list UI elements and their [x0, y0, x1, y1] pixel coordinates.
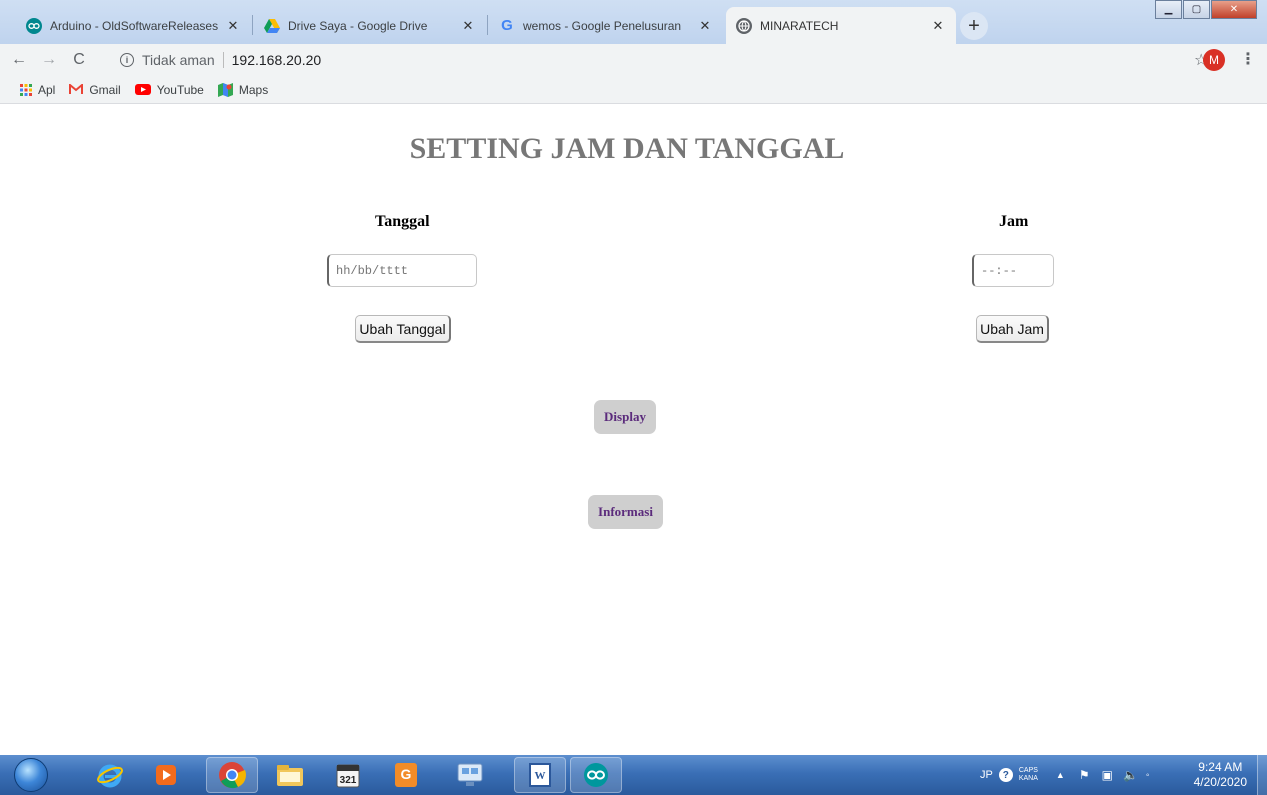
- change-date-button[interactable]: Ubah Tanggal: [355, 315, 451, 343]
- bookmark-label: YouTube: [156, 82, 204, 97]
- url-text[interactable]: 192.168.20.20: [232, 52, 322, 68]
- network-icon[interactable]: [444, 757, 496, 793]
- address-bar[interactable]: i Tidak aman 192.168.20.20: [116, 47, 1188, 73]
- file-explorer-icon[interactable]: [264, 757, 316, 793]
- volume-icon[interactable]: 🔈: [1123, 768, 1138, 782]
- svg-text:W: W: [535, 770, 546, 782]
- tab-strip: Arduino - OldSoftwareReleases ✕ Drive Sa…: [0, 0, 1267, 44]
- show-desktop-button[interactable]: [1257, 755, 1267, 795]
- google-drive-icon: [264, 18, 280, 34]
- divider: [222, 52, 224, 68]
- new-tab-button[interactable]: +: [960, 12, 988, 40]
- pdf-icon[interactable]: G: [380, 757, 432, 793]
- bookmark-youtube[interactable]: YouTube: [134, 82, 204, 97]
- tab-separator: [252, 15, 253, 35]
- bookmark-maps[interactable]: Maps: [217, 82, 269, 97]
- tab-title: Drive Saya - Google Drive: [288, 18, 428, 33]
- close-window-icon[interactable]: ✕: [1211, 0, 1257, 19]
- caps-label: CAPS: [1018, 767, 1038, 774]
- close-tab-icon[interactable]: ✕: [930, 18, 946, 34]
- bookmark-label: Gmail: [89, 82, 121, 97]
- start-button[interactable]: [14, 758, 48, 792]
- close-tab-icon[interactable]: ✕: [697, 18, 713, 34]
- ime-status[interactable]: CAPS KANA: [1019, 767, 1038, 783]
- maps-icon: [217, 82, 233, 97]
- svg-text:G: G: [401, 766, 412, 782]
- forward-icon[interactable]: →: [38, 51, 60, 69]
- back-icon[interactable]: ←: [8, 51, 30, 69]
- media-player-icon[interactable]: [140, 757, 192, 793]
- network-status-icon[interactable]: ▣: [1102, 768, 1113, 782]
- arduino-icon[interactable]: [570, 757, 622, 793]
- info-icon[interactable]: i: [120, 53, 134, 67]
- sync-icon[interactable]: ◦: [1146, 770, 1150, 781]
- change-time-button[interactable]: Ubah Jam: [976, 315, 1049, 343]
- clock-date: 4/20/2020: [1193, 775, 1247, 789]
- tab-title: wemos - Google Penelusuran: [523, 18, 682, 33]
- browser-toolbar: ← → C i Tidak aman 192.168.20.20 ☆ M ⋮: [0, 44, 1267, 76]
- close-tab-icon[interactable]: ✕: [225, 18, 241, 34]
- language-indicator[interactable]: JP: [980, 769, 993, 781]
- tab-title: MINARATECH: [760, 18, 839, 33]
- google-icon: G: [501, 17, 513, 34]
- avatar[interactable]: M: [1203, 49, 1225, 71]
- tab-arduino[interactable]: Arduino - OldSoftwareReleases ✕: [16, 7, 251, 44]
- system-tray: JP ? CAPS KANA ▲ ⚑ ▣ 🔈 ◦ 9:24 AM 4/20/20…: [960, 755, 1267, 795]
- tab-google-search[interactable]: G wemos - Google Penelusuran ✕: [489, 7, 723, 44]
- youtube-icon: [134, 84, 151, 95]
- svg-text:321: 321: [340, 775, 357, 786]
- menu-icon[interactable]: ⋮: [1240, 49, 1256, 69]
- bookmark-apps[interactable]: Apl: [20, 83, 55, 97]
- bookmarks-bar: Apl Gmail YouTube Maps: [0, 76, 1267, 104]
- tab-title: Arduino - OldSoftwareReleases: [50, 18, 219, 33]
- flag-icon[interactable]: ⚑: [1079, 768, 1090, 782]
- gmail-icon: [69, 84, 84, 95]
- time-input[interactable]: [972, 254, 1054, 287]
- bookmark-label: Apl: [38, 82, 56, 97]
- date-label: Tanggal: [375, 213, 430, 230]
- info-button[interactable]: Informasi: [588, 495, 663, 529]
- calendar-icon[interactable]: 321: [322, 757, 374, 793]
- reload-icon[interactable]: C: [68, 51, 90, 69]
- clock[interactable]: 9:24 AM 4/20/2020: [1194, 760, 1247, 790]
- page-title: SETTING JAM DAN TANGGAL: [409, 132, 845, 165]
- globe-icon: [736, 17, 752, 34]
- tab-google-drive[interactable]: Drive Saya - Google Drive ✕: [254, 7, 486, 44]
- bookmark-label: Maps: [238, 82, 269, 97]
- time-label: Jam: [999, 213, 1029, 230]
- window-controls: ▁ ▢ ✕: [1155, 0, 1257, 19]
- chrome-icon[interactable]: [206, 757, 258, 793]
- date-input[interactable]: [327, 254, 477, 287]
- help-icon[interactable]: ?: [998, 768, 1013, 782]
- display-button[interactable]: Display: [594, 400, 656, 434]
- minimize-icon[interactable]: ▁: [1155, 0, 1182, 19]
- clock-time: 9:24 AM: [1198, 760, 1243, 774]
- taskbar: 321 G W JP ? CAPS KANA ▲ ⚑ ▣ 🔈 ◦ 9:24 AM…: [0, 755, 1267, 795]
- internet-explorer-icon[interactable]: [84, 757, 136, 793]
- apps-grid-icon: [20, 83, 32, 96]
- maximize-icon[interactable]: ▢: [1183, 0, 1210, 19]
- arduino-icon: [26, 17, 42, 34]
- show-hidden-icons-icon[interactable]: ▲: [1056, 770, 1065, 780]
- security-label[interactable]: Tidak aman: [142, 52, 215, 68]
- tab-separator: [487, 15, 488, 35]
- word-icon[interactable]: W: [514, 757, 566, 793]
- close-tab-icon[interactable]: ✕: [460, 18, 476, 34]
- kana-label: KANA: [1018, 775, 1038, 782]
- tab-minaratech[interactable]: MINARATECH ✕: [726, 7, 956, 44]
- bookmark-gmail[interactable]: Gmail: [69, 82, 121, 97]
